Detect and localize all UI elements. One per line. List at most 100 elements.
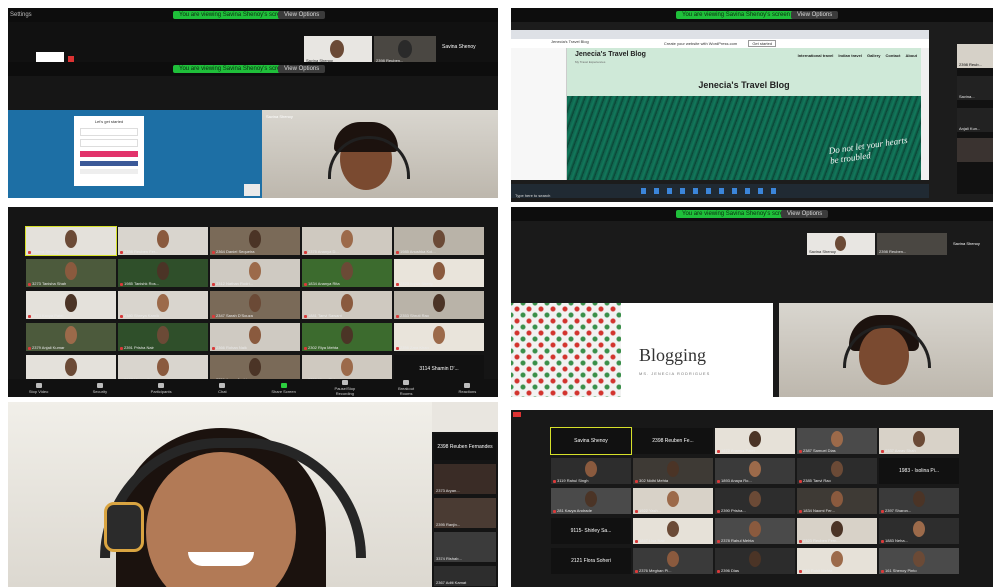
gallery-tile[interactable]: 2398 Reub... bbox=[957, 44, 993, 68]
muted-mic-icon bbox=[212, 251, 215, 254]
browser-tab[interactable]: Jenecia's Travel Blog bbox=[551, 39, 589, 44]
security-button[interactable]: Security bbox=[86, 382, 114, 394]
participant-tile[interactable]: 2323 Aryan Shetty bbox=[394, 259, 484, 287]
blog-site-title[interactable]: Jenecia's Travel Blog bbox=[575, 51, 646, 58]
participant-tile[interactable]: 2376 Meghan Pi... bbox=[633, 548, 713, 574]
participant-tile[interactable]: 2323 Reuben Fern... bbox=[797, 518, 877, 544]
participant-tile[interactable]: 2374 Kavya Patel bbox=[26, 291, 116, 319]
participant-tile[interactable]: 1893 Anaya Ro... bbox=[715, 458, 795, 484]
muted-mic-icon bbox=[304, 347, 307, 350]
gallery-tile[interactable]: Savina... bbox=[957, 76, 993, 100]
participant-tile[interactable]: Savina Shenoy bbox=[25, 226, 117, 256]
side-gallery: 2398 Reuben Fernandes 2373 Aryan... 2395… bbox=[432, 432, 498, 587]
get-started-button[interactable]: Get started bbox=[748, 40, 777, 47]
gallery-tile[interactable]: Savina Shenoy bbox=[807, 233, 875, 255]
nav-gallery[interactable]: Gallery bbox=[867, 53, 881, 58]
gallery-tile[interactable]: 2398 Reuben... bbox=[877, 233, 947, 255]
participant-tile[interactable]: 2398 Reuben Fe... bbox=[633, 428, 713, 454]
participant-tile[interactable]: 2398 Reuben Fer... bbox=[118, 227, 208, 255]
gallery-tile[interactable]: 2395 Ranjiv... bbox=[434, 498, 496, 528]
participant-tile[interactable]: 1881 Tanvi Sawant bbox=[302, 291, 392, 319]
participant-tile[interactable]: 302 Nidhi Mehta bbox=[633, 458, 713, 484]
participant-tile[interactable]: 1883 Neha... bbox=[879, 518, 959, 544]
reactions-button[interactable]: Reactions bbox=[453, 382, 481, 394]
participant-video bbox=[341, 358, 353, 376]
participant-tile[interactable]: 2385 Tanvi Rao bbox=[797, 458, 877, 484]
gallery-tile[interactable]: 2398 Reuben... bbox=[374, 36, 436, 64]
participant-tile[interactable]: 1922 Yash... bbox=[633, 488, 713, 514]
participant-tile[interactable]: 2375 Ananya D... bbox=[302, 227, 392, 255]
participant-tile[interactable]: 281 Kavya Andrade bbox=[551, 488, 631, 514]
view-options-button[interactable]: View Options bbox=[791, 11, 839, 19]
participant-tile[interactable]: 1985 Tanishk Ros... bbox=[118, 259, 208, 287]
participant-tile[interactable]: 2347 Sarah D'Souza bbox=[210, 291, 300, 319]
participant-video bbox=[667, 461, 679, 477]
password-field[interactable] bbox=[80, 139, 138, 147]
participant-video bbox=[667, 551, 679, 567]
muted-mic-icon bbox=[396, 347, 399, 350]
participant-tile[interactable]: 2379 Anjali Kumar bbox=[26, 323, 116, 351]
participant-tile[interactable]: Savina Shenoy bbox=[550, 427, 632, 455]
participant-tile[interactable]: 2121 Flora Soheri bbox=[551, 548, 631, 574]
recording-button[interactable]: Pause/Stop Recording bbox=[331, 380, 359, 396]
participant-tile[interactable]: 1834 Naomi Fer... bbox=[797, 488, 877, 514]
participant-tile[interactable]: 161 Shenoy Pinto bbox=[879, 548, 959, 574]
participant-name: 2366 Rohan Naik bbox=[216, 345, 247, 350]
gallery-tile[interactable]: Savina Shenoy bbox=[304, 36, 372, 64]
participant-name: 1834 Ananya Rita bbox=[308, 281, 340, 286]
muted-mic-icon bbox=[396, 315, 399, 318]
participant-tile[interactable]: 232 Rohit Mehta bbox=[797, 548, 877, 574]
participant-tile[interactable]: 2364 Daniel Sequeira bbox=[210, 227, 300, 255]
participant-tile[interactable]: 2353 Shruti Rao bbox=[394, 291, 484, 319]
participant-video bbox=[749, 521, 761, 537]
view-options-button[interactable]: View Options bbox=[781, 210, 829, 218]
stop-video-button[interactable]: Stop Video bbox=[25, 382, 53, 394]
view-options-button[interactable]: View Options bbox=[278, 11, 326, 19]
participant-tile[interactable]: 9115- Shirley Sa... bbox=[551, 518, 631, 544]
nav-contact[interactable]: Contact bbox=[886, 53, 901, 58]
participant-tile[interactable]: 2378 Rahul Mehta bbox=[715, 518, 795, 544]
view-options-button[interactable]: View Options bbox=[278, 65, 326, 73]
participant-name: 3114 Shamin D'... bbox=[419, 366, 459, 373]
participant-tile[interactable]: 1834 Ananya Rita bbox=[302, 259, 392, 287]
participant-tile[interactable]: 2337 Aarav Shah bbox=[879, 428, 959, 454]
share-screen-button[interactable]: Share Screen bbox=[270, 382, 298, 394]
gallery-tile[interactable]: 2373 Aryan... bbox=[434, 464, 496, 494]
taskbar-search[interactable]: Type here to search bbox=[515, 193, 550, 198]
participant-tile[interactable]: 2380 Shreya Karnik bbox=[118, 291, 208, 319]
participant-tile[interactable]: 2366 Rohan Naik bbox=[210, 323, 300, 351]
email-field[interactable] bbox=[80, 128, 138, 136]
participant-tile[interactable]: 2302 Riya Mehta bbox=[302, 323, 392, 351]
gallery-tile[interactable]: 3374 Rishab... bbox=[434, 532, 496, 562]
breakout-rooms-button[interactable]: Breakout Rooms bbox=[392, 380, 420, 396]
participant-tile[interactable]: 1872 Ananya Patel bbox=[715, 428, 795, 454]
gallery-tile[interactable]: 2367 Aditi Kamat bbox=[434, 566, 496, 586]
participant-tile[interactable]: 1985 Anushka Kol... bbox=[394, 227, 484, 255]
login-button[interactable] bbox=[80, 151, 138, 157]
social-button[interactable] bbox=[80, 161, 138, 166]
participant-tile[interactable]: 2396 Dias bbox=[715, 548, 795, 574]
participant-tile[interactable]: 2356 Zara Khan bbox=[394, 323, 484, 351]
muted-mic-icon bbox=[635, 480, 638, 483]
muted-mic-icon bbox=[717, 540, 720, 543]
participant-tile[interactable]: 2391 Prisha Nair bbox=[118, 323, 208, 351]
participant-tile[interactable]: 2312 Nathan Rodri... bbox=[210, 259, 300, 287]
participant-tile[interactable]: 3119 Rahul Singh bbox=[551, 458, 631, 484]
chat-button[interactable]: Chat bbox=[208, 382, 236, 394]
participant-tile[interactable]: 2397 Sharon... bbox=[879, 488, 959, 514]
wp-notice-text: Create your website with WordPress.com bbox=[663, 41, 738, 46]
nav-about[interactable]: About bbox=[905, 53, 917, 58]
participant-tile[interactable]: 1847 Lisa Nair bbox=[633, 518, 713, 544]
gallery-tile[interactable]: 2398 Reuben Fernandes bbox=[434, 434, 496, 460]
nav-international[interactable]: International travel bbox=[798, 53, 834, 58]
participant-tile[interactable]: 2390 Prisha... bbox=[715, 488, 795, 514]
nav-indian[interactable]: Indian travel bbox=[838, 53, 862, 58]
gallery-tile[interactable] bbox=[957, 138, 993, 162]
social-button[interactable] bbox=[80, 169, 138, 174]
gallery-tile[interactable]: Anjali Kun... bbox=[957, 108, 993, 132]
participant-tile[interactable]: 1983 - Isolina Pi... bbox=[879, 458, 959, 484]
participant-tile[interactable]: 3273 Tanisha Shah bbox=[26, 259, 116, 287]
participant-tile[interactable]: 2387 Samuel Dias bbox=[797, 428, 877, 454]
viewing-screen-pill: You are viewing Savina Shenoy's screen bbox=[676, 11, 796, 19]
participants-button[interactable]: Participants bbox=[147, 382, 175, 394]
